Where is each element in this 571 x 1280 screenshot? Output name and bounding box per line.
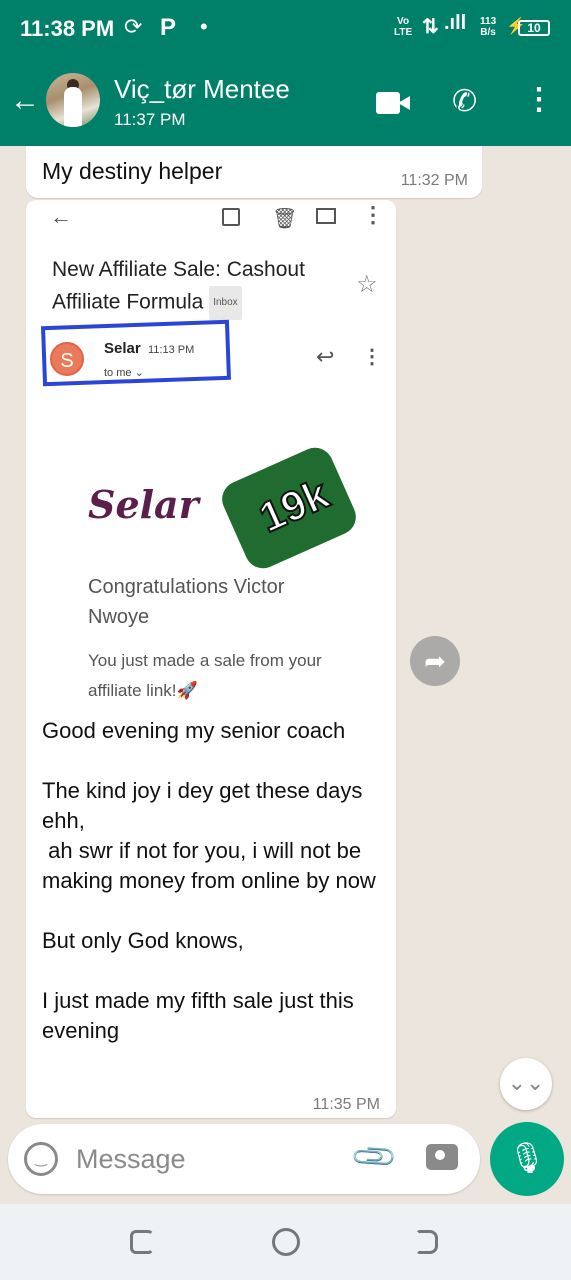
- battery-indicator: ⚡ 10: [506, 18, 552, 38]
- volte-indicator: Vo LTE: [394, 16, 413, 38]
- status-bar: 11:38 PM ⟳ P • Vo LTE ⇅ .ıll 113 B/s ⚡ 10: [0, 0, 571, 58]
- message-input[interactable]: Message: [76, 1144, 186, 1175]
- home-icon[interactable]: [272, 1228, 300, 1256]
- message-time: 11:32 PM: [400, 172, 468, 189]
- trash-icon: 🗑: [272, 208, 298, 230]
- email-back-icon: ←: [50, 204, 72, 229]
- sale-text: You just made a sale from your affiliate…: [88, 651, 322, 700]
- system-nav-bar: [0, 1204, 571, 1280]
- sender-name: Selar: [104, 340, 141, 357]
- system-back-icon[interactable]: [416, 1230, 438, 1254]
- email-subject: New Affiliate Sale: Cashout Affiliate Fo…: [52, 254, 342, 320]
- image-message-bubble[interactable]: ← 🗑 ⋮ New Affiliate Sale: Cashout Affili…: [26, 200, 396, 1118]
- sender-time: 11:13 PM: [148, 344, 195, 356]
- camera-icon[interactable]: [426, 1144, 458, 1170]
- archive-icon: [222, 208, 240, 226]
- back-arrow-icon[interactable]: ←: [10, 86, 40, 116]
- signal-icon: .ıll: [444, 12, 467, 34]
- status-time: 11:38 PM: [20, 16, 115, 41]
- reply-icon: ↩: [316, 344, 335, 369]
- message-time: 11:35 PM: [312, 1096, 380, 1113]
- star-icon: ☆: [356, 271, 378, 298]
- network-speed: 113 B/s: [480, 16, 497, 38]
- battery-level: 10: [518, 20, 550, 36]
- app-header: 11:38 PM ⟳ P • Vo LTE ⇅ .ıll 113 B/s ⚡ 10 …: [0, 0, 571, 146]
- scroll-down-icon[interactable]: ⌄⌄: [500, 1058, 552, 1110]
- selar-logo: Selar: [88, 482, 199, 527]
- notification-dot-icon: •: [200, 14, 208, 39]
- mail-icon: [316, 208, 336, 224]
- app-notification-icon: P: [160, 14, 177, 41]
- more-options-icon[interactable]: ⋮: [524, 82, 554, 117]
- message-caption: Good evening my senior coach The kind jo…: [42, 718, 376, 1043]
- recent-apps-icon[interactable]: [130, 1230, 154, 1254]
- forward-icon[interactable]: ➦: [410, 636, 460, 686]
- emoji-icon[interactable]: ‿: [24, 1142, 58, 1176]
- data-arrows-icon: ⇅: [422, 16, 439, 38]
- message-text: My destiny helper: [42, 158, 223, 184]
- recipient-line: to me ⌄: [104, 367, 144, 379]
- attach-icon[interactable]: 📎: [349, 1132, 400, 1183]
- contact-avatar[interactable]: [46, 73, 100, 127]
- inbox-label: Inbox: [209, 286, 242, 320]
- mic-button[interactable]: 🎙: [490, 1122, 564, 1196]
- contact-name[interactable]: Viç_tør Mentee: [114, 74, 290, 105]
- last-seen: 11:37 PM: [114, 110, 186, 129]
- voice-call-icon[interactable]: ✆: [452, 84, 477, 119]
- sender-avatar: S: [50, 342, 84, 376]
- congrats-text: Congratulations Victor Nwoye: [88, 576, 285, 628]
- sync-icon: ⟳: [124, 14, 143, 39]
- sender-more-icon: ⋮: [362, 346, 382, 368]
- email-more-icon: ⋮: [362, 202, 384, 227]
- video-call-icon[interactable]: [376, 92, 410, 114]
- chat-area: My destiny helper 11:32 PM ← 🗑 ⋮ New Aff…: [0, 146, 571, 1146]
- mic-icon: 🎙: [507, 1142, 547, 1175]
- message-composer[interactable]: ‿ Message 📎: [8, 1124, 480, 1194]
- email-screenshot-image[interactable]: ← 🗑 ⋮ New Affiliate Sale: Cashout Affili…: [26, 200, 396, 710]
- message-bubble[interactable]: My destiny helper 11:32 PM: [26, 146, 482, 198]
